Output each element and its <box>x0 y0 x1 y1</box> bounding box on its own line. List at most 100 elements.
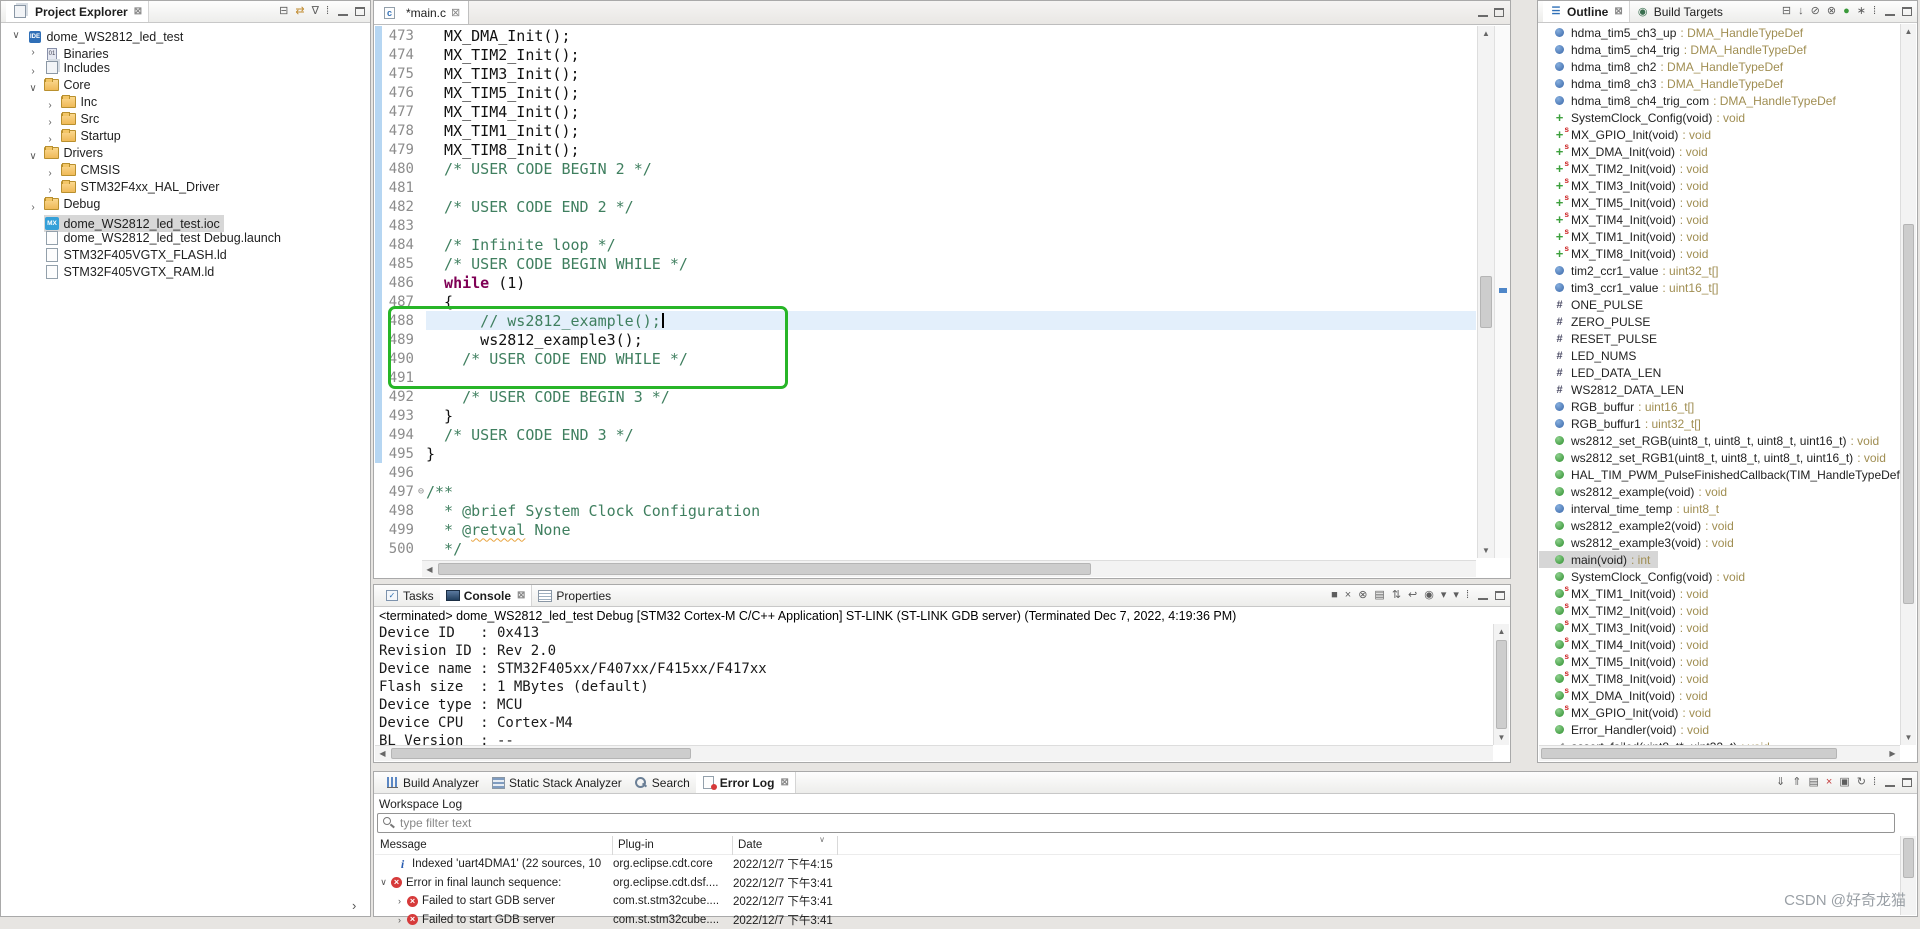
code-line[interactable]: 488 // ws2812_example(); <box>375 311 1476 330</box>
code-line[interactable]: 492 /* USER CODE BEGIN 3 */ <box>375 387 1476 406</box>
code-text[interactable]: /* USER CODE BEGIN WHILE */ <box>426 254 1476 273</box>
code-text[interactable]: ws2812_example3(); <box>426 330 1476 349</box>
console-vertical-scrollbar[interactable]: ▲ ▼ <box>1493 624 1509 745</box>
outline-item[interactable]: MX_TIM3_Init(void) : void <box>1539 619 1900 636</box>
restore-log-icon[interactable]: ↻ <box>1857 777 1866 788</box>
outline-item[interactable]: WS2812_DATA_LEN <box>1539 381 1900 398</box>
expander-icon[interactable]: › <box>393 915 406 925</box>
tree-item[interactable]: dome_WS2812_led_test.ioc <box>3 212 368 229</box>
outline-item[interactable]: tim2_ccr1_value : uint32_t[] <box>1539 262 1900 279</box>
code-line[interactable]: 497 ⊖ /** <box>375 482 1476 501</box>
expander-icon[interactable]: ∨ <box>377 877 390 888</box>
code-text[interactable]: { <box>426 292 1476 311</box>
code-text[interactable]: MX_TIM3_Init(); <box>426 64 1476 83</box>
pin-console-icon[interactable]: ◉ <box>1424 590 1434 601</box>
log-message-cell[interactable]: › Failed to start GDB server <box>375 911 613 929</box>
code-text[interactable]: MX_TIM8_Init(); <box>426 140 1476 159</box>
code-line[interactable]: 491 <box>375 368 1476 387</box>
line-number[interactable]: 488 <box>382 313 416 329</box>
tab-static-stack-analyzer[interactable]: Static Stack Analyzer <box>485 772 628 793</box>
outline-horizontal-scrollbar[interactable]: ▶ <box>1539 745 1900 761</box>
close-icon[interactable]: ⊠ <box>517 590 525 601</box>
outline-item[interactable]: MX_DMA_Init(void) : void <box>1539 143 1900 160</box>
maximize-icon[interactable] <box>1495 591 1505 600</box>
code-text[interactable]: MX_TIM4_Init(); <box>426 102 1476 121</box>
code-text[interactable]: * @retval None <box>426 520 1476 539</box>
code-line[interactable]: 477 MX_TIM4_Init(); <box>375 102 1476 121</box>
cursor-position-marker[interactable] <box>1499 288 1507 293</box>
tab-build-analyzer[interactable]: Build Analyzer <box>379 772 485 793</box>
code-line[interactable]: 498 * @brief System Clock Configuration <box>375 501 1476 520</box>
outline-item[interactable]: MX_TIM1_Init(void) : void <box>1539 585 1900 602</box>
view-menu-icon[interactable]: ⁞ <box>1873 6 1876 17</box>
log-row[interactable]: ∨ Error in final launch sequence: org.ec… <box>375 874 1900 893</box>
outline-item[interactable]: main(void) : int <box>1539 551 1658 568</box>
code-text[interactable]: // ws2812_example(); <box>426 311 1476 330</box>
expander-icon[interactable]: ∨ <box>26 151 40 162</box>
line-number[interactable]: 482 <box>382 199 416 215</box>
code-line[interactable]: 487 { <box>375 292 1476 311</box>
line-number[interactable]: 473 <box>382 28 416 44</box>
maximize-icon[interactable] <box>355 7 365 16</box>
code-text[interactable]: } <box>426 406 1476 425</box>
open-console-icon[interactable]: ▾ <box>1453 590 1459 601</box>
expander-icon[interactable]: › <box>393 896 406 906</box>
tree-item[interactable]: STM32F405VGTX_FLASH.ld <box>3 246 368 263</box>
console-output[interactable]: Device ID : 0x413Revision ID : Rev 2.0De… <box>379 625 1490 751</box>
tree-item[interactable]: › Includes <box>3 59 368 76</box>
log-row[interactable]: Indexed 'uart4DMA1' (22 sources, 10 org.… <box>375 855 1900 874</box>
line-number[interactable]: 475 <box>382 66 416 82</box>
editor-vertical-scrollbar[interactable]: ▲ ▼ <box>1477 26 1494 558</box>
close-icon[interactable]: ⊠ <box>451 6 460 19</box>
code-text[interactable] <box>426 463 1476 482</box>
code-text[interactable]: MX_TIM2_Init(); <box>426 45 1476 64</box>
tab-properties[interactable]: Properties <box>532 585 617 606</box>
column-header-date[interactable]: Date∨ <box>733 836 838 855</box>
expander-icon[interactable]: › <box>43 185 57 196</box>
link-with-editor-icon[interactable]: ⇄ <box>295 6 304 17</box>
word-wrap-icon[interactable]: ↩ <box>1408 590 1417 601</box>
collapse-all-icon[interactable]: ⊟ <box>1782 6 1791 17</box>
code-line[interactable]: 486 while (1) <box>375 273 1476 292</box>
code-line[interactable]: 478 MX_TIM1_Init(); <box>375 121 1476 140</box>
code-text[interactable] <box>426 216 1476 235</box>
outline-item[interactable]: interval_time_temp : uint8_t <box>1539 500 1900 517</box>
tab-console[interactable]: Console ⊠ <box>440 585 533 606</box>
outline-item[interactable]: RGB_buffur : uint16_t[] <box>1539 398 1900 415</box>
editor-horizontal-scrollbar[interactable]: ◀ <box>422 560 1476 577</box>
code-line[interactable]: 494 /* USER CODE END 3 */ <box>375 425 1476 444</box>
code-text[interactable]: /* USER CODE END WHILE */ <box>426 349 1476 368</box>
maximize-icon[interactable] <box>1494 8 1504 17</box>
minimize-icon[interactable] <box>1478 592 1488 600</box>
code-text[interactable]: MX_TIM5_Init(); <box>426 83 1476 102</box>
display-selected-console-icon[interactable]: ▾ <box>1441 590 1447 601</box>
code-line[interactable]: 481 <box>375 178 1476 197</box>
code-text[interactable]: * @brief System Clock Configuration <box>426 501 1476 520</box>
code-text[interactable]: /** <box>426 482 1476 501</box>
outline-item[interactable]: ZERO_PULSE <box>1539 313 1900 330</box>
expander-icon[interactable]: ∨ <box>9 30 23 41</box>
tab-tasks[interactable]: Tasks <box>379 585 440 606</box>
code-text[interactable]: /* Infinite loop */ <box>426 235 1476 254</box>
close-icon[interactable]: ⊠ <box>1614 6 1622 17</box>
outline-item[interactable]: RESET_PULSE <box>1539 330 1900 347</box>
line-number[interactable]: 484 <box>382 237 416 253</box>
outline-item[interactable]: LED_NUMS <box>1539 347 1900 364</box>
expander-icon[interactable]: › <box>43 117 57 128</box>
code-line[interactable]: 482 /* USER CODE END 2 */ <box>375 197 1476 216</box>
outline-item[interactable]: ws2812_example(void) : void <box>1539 483 1900 500</box>
expander-icon[interactable]: › <box>43 100 57 111</box>
tab-main-c[interactable]: *main.c ⊠ <box>374 1 469 24</box>
console-horizontal-scrollbar[interactable]: ◀ <box>375 745 1493 761</box>
expander-icon[interactable]: › <box>26 202 40 213</box>
tab-error-log[interactable]: Error Log ⊠ <box>696 772 796 793</box>
export-log-icon[interactable]: ⇓ <box>1776 777 1785 788</box>
code-line[interactable]: 476 MX_TIM5_Init(); <box>375 83 1476 102</box>
minimize-icon[interactable] <box>1885 8 1895 16</box>
line-number[interactable]: 489 <box>382 332 416 348</box>
close-icon[interactable]: ⊠ <box>134 6 142 17</box>
expander-icon[interactable]: › <box>43 134 57 145</box>
line-number[interactable]: 493 <box>382 408 416 424</box>
minimize-icon[interactable] <box>338 8 348 16</box>
clear-log-icon[interactable]: ▤ <box>1808 777 1818 788</box>
